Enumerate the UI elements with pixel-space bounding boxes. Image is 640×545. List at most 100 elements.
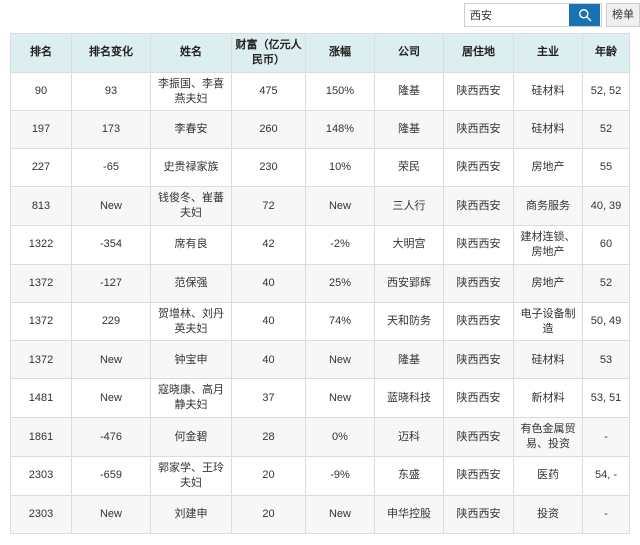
table-row[interactable]: 1372 229 贺增林、刘丹英夫妇 40 74% 天和防务 陕西西安 电子设备制造 50, 4… [10,301,630,342]
column-header-growth[interactable]: 涨幅 [305,33,375,73]
search-button[interactable] [569,4,600,26]
cell-rank: 2303 [10,455,72,496]
cell-rank-change: 173 [71,110,151,150]
cell-wealth: 72 [231,186,306,227]
table-row[interactable]: 1322 -354 席有良 42 -2% 大明宫 陕西西安 建材连锁、房地产 60 [10,225,630,265]
cell-residence: 陕西西安 [443,263,514,303]
cell-growth: -9% [305,455,375,496]
cell-name: 史贵禄家族 [150,148,232,188]
cell-growth: New [305,378,375,419]
column-header-company[interactable]: 公司 [374,33,444,73]
cell-age: - [582,417,630,457]
cell-wealth: 260 [231,110,306,150]
column-header-age[interactable]: 年龄 [582,33,630,73]
cell-industry: 新材料 [513,378,583,419]
cell-growth: New [305,186,375,227]
cell-rank-change: -354 [71,225,151,265]
cell-name: 李振国、李喜燕夫妇 [150,71,232,112]
table-row[interactable]: 1372 -127 范保强 40 25% 西安郢辉 陕西西安 房地产 52 [10,263,630,303]
table-row[interactable]: 813 New 钱俊冬、崔蕃夫妇 72 New 三人行 陕西西安 商务服务 40, 39 [10,186,630,227]
cell-rank: 1481 [10,378,72,419]
cell-rank-change: New [71,186,151,227]
column-header-residence[interactable]: 居住地 [443,33,514,73]
cell-rank: 1372 [10,301,72,342]
search-input[interactable] [465,4,569,26]
table-row[interactable]: 1372 New 钟宝申 40 New 隆基 陕西西安 硅材料 53 [10,340,630,380]
column-header-rank-change[interactable]: 排名变化 [71,33,151,73]
cell-industry: 电子设备制造 [513,301,583,342]
cell-wealth: 475 [231,71,306,112]
table-row[interactable]: 90 93 李振国、李喜燕夫妇 475 150% 隆基 陕西西安 硅材料 52, 52 [10,71,630,112]
search-toolbar: 榜单 [0,0,640,32]
table-header-row: 排名 排名变化 姓名 财富（亿元人民币） 涨幅 公司 居住地 主业 年龄 [10,33,630,73]
cell-wealth: 20 [231,494,306,534]
cell-name: 何金碧 [150,417,232,457]
cell-age: 52 [582,110,630,150]
cell-residence: 陕西西安 [443,417,514,457]
cell-growth: -2% [305,225,375,265]
cell-rank: 90 [10,71,72,112]
cell-growth: 74% [305,301,375,342]
cell-company: 隆基 [374,340,444,380]
cell-industry: 房地产 [513,148,583,188]
cell-rank: 197 [10,110,72,150]
cell-wealth: 40 [231,263,306,303]
cell-rank: 813 [10,186,72,227]
cell-rank-change: -476 [71,417,151,457]
cell-rank: 1372 [10,340,72,380]
cell-residence: 陕西西安 [443,378,514,419]
cell-age: - [582,494,630,534]
cell-industry: 商务服务 [513,186,583,227]
cell-name: 郭家学、王玲夫妇 [150,455,232,496]
cell-rank: 1372 [10,263,72,303]
column-header-rank[interactable]: 排名 [10,33,72,73]
cell-company: 天和防务 [374,301,444,342]
cell-company: 蓝晓科技 [374,378,444,419]
cell-industry: 房地产 [513,263,583,303]
cell-company: 隆基 [374,110,444,150]
search-controls: 榜单 [464,3,640,27]
cell-age: 52 [582,263,630,303]
cell-residence: 陕西西安 [443,494,514,534]
column-header-name[interactable]: 姓名 [150,33,232,73]
cell-rank-change: -659 [71,455,151,496]
cell-rank-change: New [71,378,151,419]
cell-age: 53 [582,340,630,380]
cell-rank-change: New [71,494,151,534]
cell-name: 寇晓康、高月静夫妇 [150,378,232,419]
cell-rank: 1322 [10,225,72,265]
rich-list-table: 排名 排名变化 姓名 财富（亿元人民币） 涨幅 公司 居住地 主业 年龄 90 9… [10,33,630,534]
cell-age: 55 [582,148,630,188]
cell-wealth: 37 [231,378,306,419]
rank-list-button[interactable]: 榜单 [606,3,640,27]
cell-industry: 建材连锁、房地产 [513,225,583,265]
cell-growth: 25% [305,263,375,303]
cell-growth: 10% [305,148,375,188]
cell-residence: 陕西西安 [443,71,514,112]
table-row[interactable]: 227 -65 史贵禄家族 230 10% 荣民 陕西西安 房地产 55 [10,148,630,188]
cell-industry: 硅材料 [513,340,583,380]
cell-age: 52, 52 [582,71,630,112]
column-header-industry[interactable]: 主业 [513,33,583,73]
table-row[interactable]: 2303 New 刘建申 20 New 申华控股 陕西西安 投资 - [10,494,630,534]
rich-list-table-container: 排名 排名变化 姓名 财富（亿元人民币） 涨幅 公司 居住地 主业 年龄 90 9… [10,33,630,534]
cell-growth: 148% [305,110,375,150]
column-header-wealth[interactable]: 财富（亿元人民币） [231,33,306,73]
cell-residence: 陕西西安 [443,186,514,227]
cell-residence: 陕西西安 [443,455,514,496]
cell-age: 53, 51 [582,378,630,419]
cell-rank-change: New [71,340,151,380]
cell-industry: 硅材料 [513,71,583,112]
cell-rank-change: 229 [71,301,151,342]
table-row[interactable]: 1481 New 寇晓康、高月静夫妇 37 New 蓝晓科技 陕西西安 新材料 53, 51 [10,378,630,419]
table-row[interactable]: 197 173 李春安 260 148% 隆基 陕西西安 硅材料 52 [10,110,630,150]
cell-residence: 陕西西安 [443,225,514,265]
table-header: 排名 排名变化 姓名 财富（亿元人民币） 涨幅 公司 居住地 主业 年龄 [10,33,630,73]
cell-company: 迈科 [374,417,444,457]
cell-company: 西安郢辉 [374,263,444,303]
cell-rank: 2303 [10,494,72,534]
table-row[interactable]: 2303 -659 郭家学、王玲夫妇 20 -9% 东盛 陕西西安 医药 54, - [10,455,630,496]
cell-age: 50, 49 [582,301,630,342]
table-row[interactable]: 1861 -476 何金碧 28 0% 迈科 陕西西安 有色金属贸易、投资 - [10,417,630,457]
cell-company: 大明宫 [374,225,444,265]
